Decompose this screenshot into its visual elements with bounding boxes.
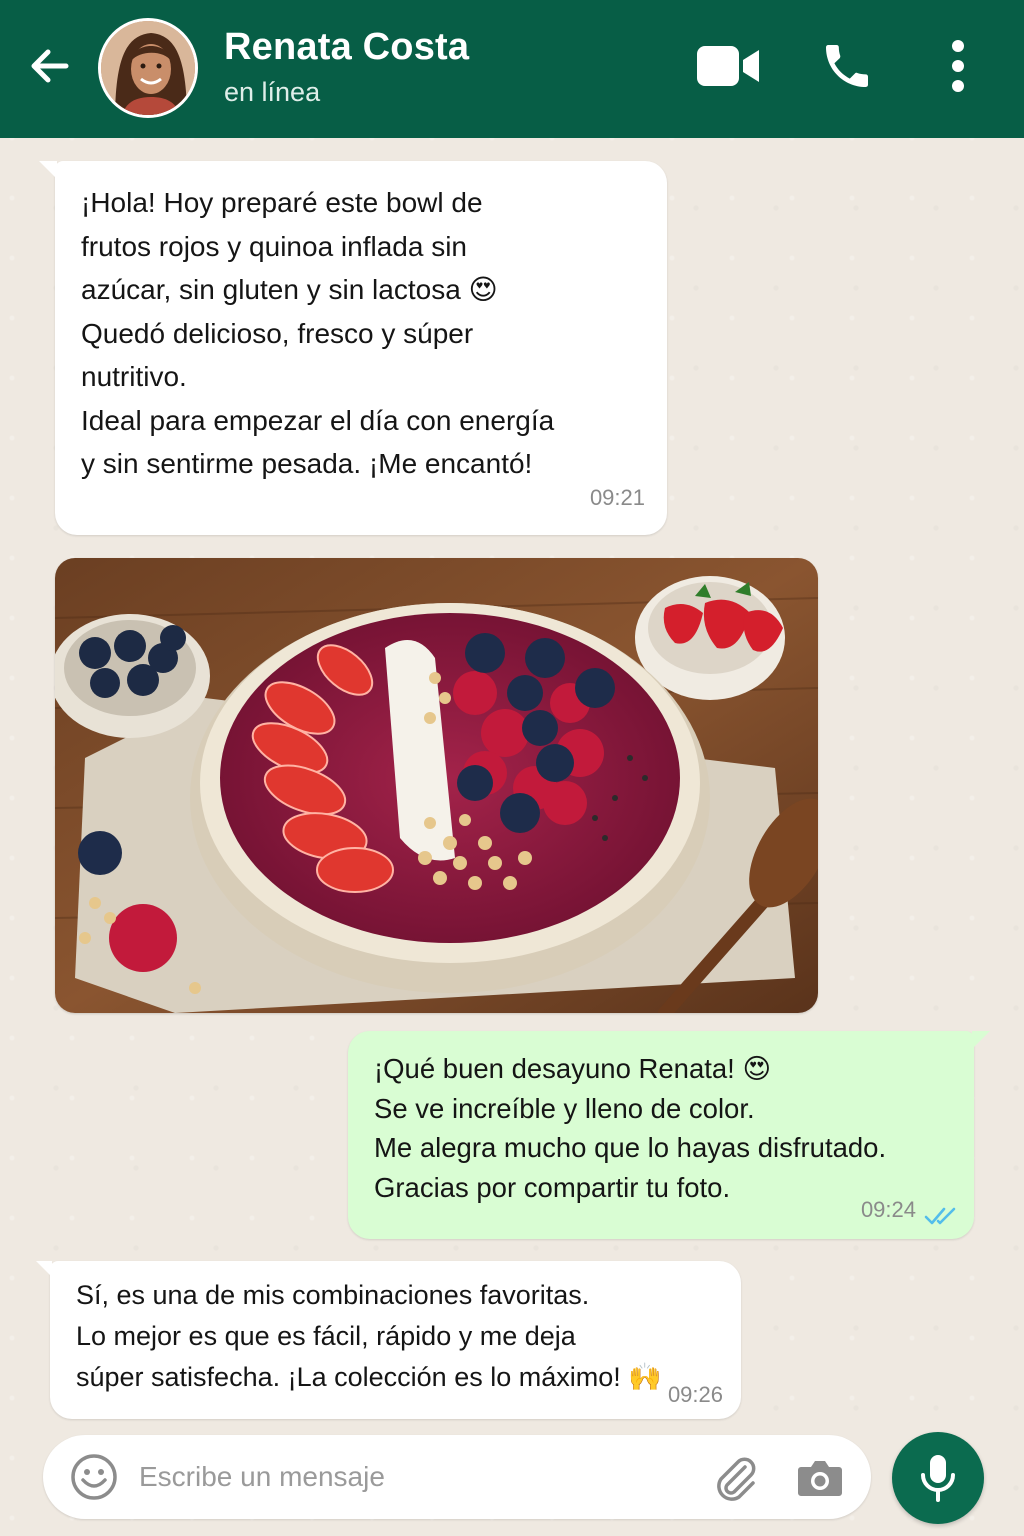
avatar-photo	[101, 21, 195, 115]
message-input[interactable]	[139, 1455, 699, 1499]
double-check-read-icon	[924, 1207, 956, 1225]
video-call-icon	[697, 46, 759, 86]
emoji-icon[interactable]	[69, 1452, 119, 1502]
more-options-button[interactable]	[930, 34, 986, 98]
voice-message-button[interactable]	[892, 1432, 984, 1524]
message-bubble-incoming[interactable]: ¡Hola! Hoy preparé este bowl de frutos r…	[39, 161, 667, 535]
mic-icon	[921, 1455, 955, 1502]
phone-icon	[826, 45, 868, 87]
chat-header: Renata Costa en línea	[0, 0, 1024, 138]
image-message[interactable]	[55, 558, 818, 1013]
camera-icon[interactable]	[795, 1453, 845, 1501]
chat-screen: Renata Costa en línea ¡Hola! Hoy preparé…	[0, 0, 1024, 1536]
message-text: ¡Hola! Hoy preparé este bowl de frutos r…	[81, 187, 555, 479]
message-text: ¡Qué buen desayuno Renata! 😍 Se ve incre…	[374, 1053, 887, 1203]
acai-bowl-photo	[55, 558, 818, 1013]
message-time: 09:24	[860, 1196, 916, 1222]
message-bubble-outgoing[interactable]: ¡Qué buen desayuno Renata! 😍 Se ve incre…	[348, 1031, 990, 1239]
more-vertical-icon	[952, 40, 964, 92]
back-arrow-icon	[31, 49, 69, 83]
back-button[interactable]	[22, 38, 78, 94]
video-call-button[interactable]	[690, 34, 766, 98]
avatar[interactable]	[98, 18, 198, 118]
message-text: Sí, es una de mis combinaciones favorita…	[76, 1280, 662, 1392]
attach-icon[interactable]	[711, 1453, 759, 1501]
message-time: 09:21	[589, 484, 645, 510]
contact-status: en línea	[224, 77, 321, 107]
voice-call-button[interactable]	[812, 34, 882, 98]
message-time: 09:26	[667, 1382, 723, 1407]
contact-name[interactable]: Renata Costa	[224, 26, 469, 69]
message-composer	[43, 1435, 871, 1519]
message-bubble-incoming[interactable]: Sí, es una de mis combinaciones favorita…	[36, 1261, 741, 1419]
